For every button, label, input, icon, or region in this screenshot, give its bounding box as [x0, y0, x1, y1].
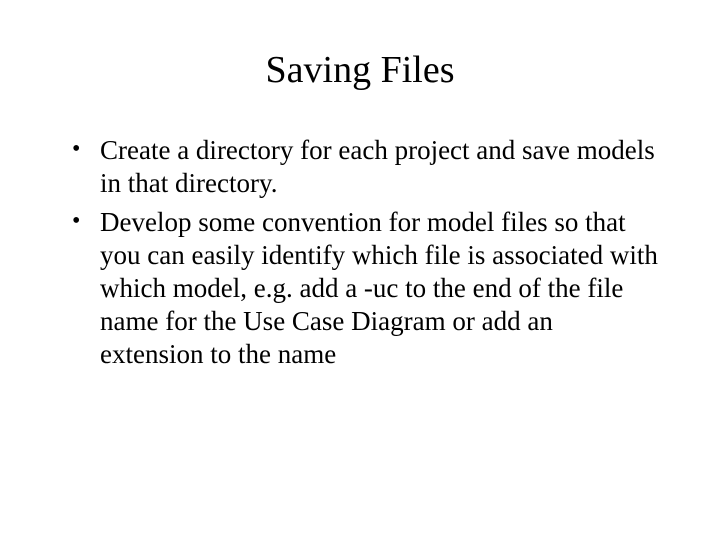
list-item: Create a directory for each project and … [72, 134, 660, 200]
slide: Saving Files Create a directory for each… [0, 0, 720, 540]
bullet-list: Create a directory for each project and … [60, 134, 660, 371]
list-item: Develop some convention for model files … [72, 206, 660, 371]
slide-title: Saving Files [60, 48, 660, 92]
